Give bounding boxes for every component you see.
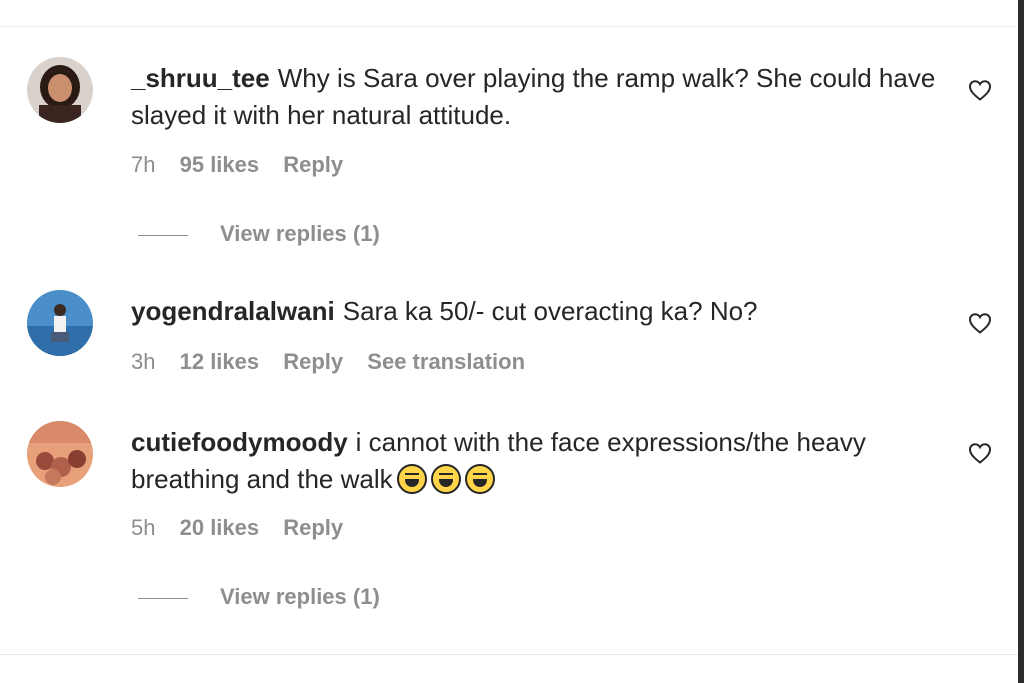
like-heart-icon[interactable] — [968, 442, 992, 464]
likes-count[interactable]: 95 likes — [180, 152, 260, 177]
comment-text: cutiefoodymoody i cannot with the face ex… — [131, 424, 941, 498]
comment-username[interactable]: _shruu_tee — [131, 63, 270, 93]
view-replies-line — [138, 597, 188, 599]
avatar[interactable] — [27, 57, 93, 123]
view-replies-line — [138, 234, 188, 236]
top-divider — [0, 26, 1018, 27]
avatar[interactable] — [27, 421, 93, 487]
view-replies-button[interactable]: View replies (1) — [138, 584, 380, 610]
reply-button[interactable]: Reply — [283, 515, 343, 540]
tears-of-joy-emoji-icon — [464, 464, 495, 494]
comment-username[interactable]: cutiefoodymoody — [131, 427, 348, 457]
likes-count[interactable]: 20 likes — [180, 515, 260, 540]
comment-time: 7h — [131, 152, 156, 177]
like-heart-icon[interactable] — [968, 79, 992, 101]
comment-time: 3h — [131, 349, 156, 374]
comment-meta: 7h 95 likes Reply — [131, 152, 361, 178]
tears-of-joy-emoji-icon — [430, 464, 461, 494]
comment-meta: 5h 20 likes Reply — [131, 515, 361, 541]
comment-time: 5h — [131, 515, 156, 540]
avatar[interactable] — [27, 290, 93, 356]
comment-meta: 3h 12 likes Reply See translation — [131, 349, 543, 375]
tears-of-joy-emoji-icon — [396, 464, 427, 494]
view-replies-label: View replies (1) — [220, 221, 380, 246]
likes-count[interactable]: 12 likes — [180, 349, 260, 374]
see-translation-button[interactable]: See translation — [367, 349, 525, 374]
comment-body: Sara ka 50/- cut overacting ka? No? — [342, 296, 758, 326]
like-heart-icon[interactable] — [968, 312, 992, 334]
comments-panel: _shruu_tee Why is Sara over playing the r… — [0, 0, 1024, 683]
window-edge — [1018, 0, 1024, 683]
view-replies-button[interactable]: View replies (1) — [138, 221, 380, 247]
reply-button[interactable]: Reply — [283, 349, 343, 374]
comment-text: yogendralalwani Sara ka 50/- cut overacti… — [131, 293, 941, 330]
comment-text: _shruu_tee Why is Sara over playing the r… — [131, 60, 941, 134]
view-replies-label: View replies (1) — [220, 584, 380, 609]
bottom-divider — [0, 654, 1018, 655]
reply-button[interactable]: Reply — [283, 152, 343, 177]
comment-username[interactable]: yogendralalwani — [131, 296, 335, 326]
